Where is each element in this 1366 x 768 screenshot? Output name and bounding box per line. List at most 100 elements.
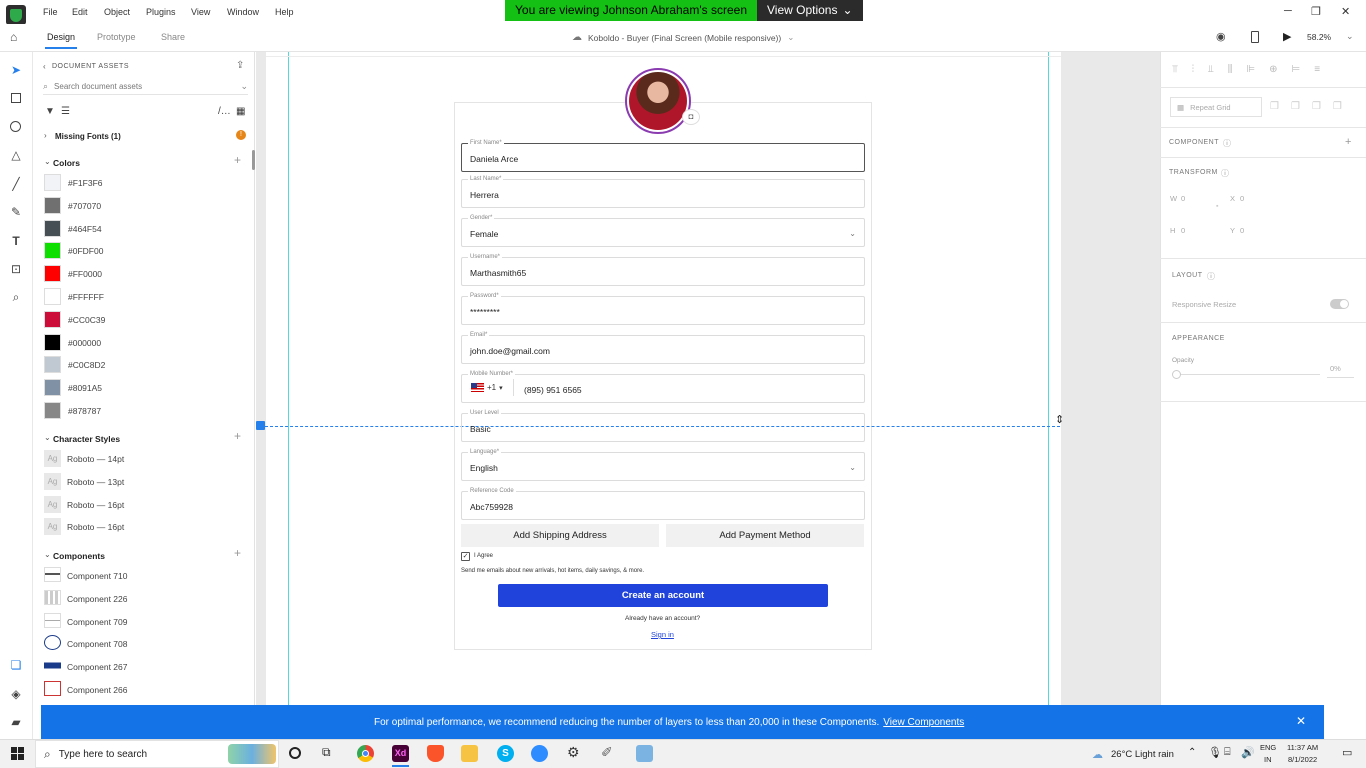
form-field[interactable]: Language* English ⌄ [461, 449, 865, 481]
text-tool-icon[interactable]: T [9, 234, 23, 248]
opacity-slider-track[interactable] [1176, 374, 1320, 375]
info-icon[interactable]: ⓘ [1207, 271, 1215, 282]
notifications-icon[interactable]: ▭ [1342, 746, 1352, 759]
cortana-icon[interactable] [289, 747, 301, 759]
view-components-link[interactable]: View Components [883, 717, 964, 728]
color-swatch[interactable] [44, 219, 61, 237]
align-center-icon[interactable]: ⊕ [1269, 64, 1277, 75]
weather-text[interactable]: 26°C Light rain [1111, 749, 1174, 760]
agree-checkbox[interactable]: ✓ [461, 552, 470, 561]
character-style-item[interactable]: Roboto — 16pt [67, 500, 124, 510]
menu-object[interactable]: Object [104, 7, 130, 17]
scrollbar[interactable] [252, 150, 255, 170]
tab-share[interactable]: Share [161, 32, 185, 42]
distribute-vertical-icon[interactable]: ⫼ [1228, 64, 1233, 75]
menu-edit[interactable]: Edit [72, 7, 88, 17]
chevron-down-icon[interactable]: ⌄ [44, 550, 51, 559]
x-field[interactable]: 0 [1240, 194, 1244, 203]
clock-time[interactable]: 11:37 AM [1287, 743, 1318, 752]
asset-search-box[interactable]: ⌕ Search document assets ⌄ [43, 79, 248, 95]
chevron-down-icon[interactable]: ⌄ [44, 433, 51, 442]
character-style-item[interactable]: Roboto — 14pt [67, 454, 124, 464]
form-field[interactable]: Last Name* Herrera [461, 176, 865, 208]
character-style-item[interactable]: Roboto — 13pt [67, 477, 124, 487]
app-logo-icon[interactable] [6, 5, 26, 25]
region-code[interactable]: IN [1264, 755, 1272, 764]
color-swatch[interactable] [44, 288, 61, 305]
color-swatch-label[interactable]: #707070 [68, 201, 101, 211]
form-field[interactable]: Gender* Female ⌄ [461, 215, 865, 247]
adobe-xd-icon[interactable]: Xd [392, 745, 409, 762]
color-swatch-label[interactable]: #C0C8D2 [68, 360, 105, 370]
opacity-value[interactable]: 0% [1330, 364, 1341, 373]
color-swatch-label[interactable]: #464F54 [68, 224, 102, 234]
chevron-right-icon[interactable]: › [44, 131, 47, 140]
form-field[interactable]: Mobile Number* (895) 951 6565 [461, 371, 865, 403]
color-swatch-label[interactable]: #0FDF00 [68, 246, 103, 256]
menu-file[interactable]: File [43, 7, 58, 17]
align-top-icon[interactable]: ⫪ [1172, 64, 1178, 75]
filter-icon[interactable]: ▼ [45, 106, 55, 117]
chevron-down-icon[interactable]: ⌄ [1346, 31, 1354, 42]
plugins-icon[interactable]: ▰ [9, 715, 23, 729]
color-swatch-label[interactable]: #FFFFFF [68, 292, 104, 302]
component-item[interactable]: Component 710 [67, 571, 128, 581]
add-color-icon[interactable]: + [234, 153, 241, 167]
exclude-icon[interactable]: ❐ [1333, 101, 1342, 112]
responsive-resize-toggle[interactable] [1330, 299, 1349, 309]
align-right-icon[interactable]: ⊨ [1292, 64, 1301, 75]
paint-icon[interactable]: ✐ [601, 744, 613, 761]
skype-icon[interactable]: S [497, 745, 514, 762]
export-icon[interactable]: ⇪ [236, 60, 244, 71]
form-field[interactable]: Email* john.doe@gmail.com [461, 332, 865, 364]
color-swatch-label[interactable]: #F1F3F6 [68, 178, 103, 188]
restore-icon[interactable]: ❐ [1311, 5, 1321, 18]
close-window-icon[interactable]: ✕ [1341, 5, 1350, 18]
mobile-preview-icon[interactable] [1251, 31, 1259, 43]
play-icon[interactable]: ▶ [1283, 30, 1291, 43]
add-character-style-icon[interactable]: + [234, 429, 241, 443]
add-payment-method-button[interactable]: Add Payment Method [666, 524, 864, 547]
y-field[interactable]: 0 [1240, 226, 1244, 235]
file-explorer-icon[interactable] [461, 745, 478, 762]
form-field[interactable]: User Level Basic [461, 410, 865, 442]
component-item[interactable]: Component 266 [67, 685, 128, 695]
repeat-grid-button[interactable]: ▦ Repeat Grid [1170, 97, 1262, 117]
user-icon[interactable]: ◉ [1216, 30, 1226, 43]
component-item[interactable]: Component 226 [67, 594, 128, 604]
guide-handle[interactable] [256, 421, 265, 430]
add-component-icon[interactable]: + [234, 546, 241, 560]
add-shipping-address-button[interactable]: Add Shipping Address [461, 524, 659, 547]
add-component-icon[interactable]: + [1345, 136, 1351, 148]
color-swatch-label[interactable]: #8091A5 [68, 383, 102, 393]
microphone-icon[interactable]: 🎙 [1208, 746, 1222, 759]
zoom-app-icon[interactable] [531, 745, 548, 762]
component-item[interactable]: Component 708 [67, 639, 128, 649]
artboard-tool-icon[interactable]: ⊡ [9, 262, 23, 276]
tray-chevron-icon[interactable]: ⌃ [1188, 747, 1196, 758]
grid-view-icon[interactable]: ▦ [236, 106, 245, 117]
align-bottom-icon[interactable]: ⫫ [1208, 64, 1214, 75]
tab-design[interactable]: Design [47, 32, 75, 42]
union-icon[interactable]: ❐ [1270, 101, 1279, 112]
home-icon[interactable]: ⌂ [10, 30, 17, 44]
camera-icon[interactable]: ◘ [682, 109, 700, 125]
color-swatch[interactable] [44, 310, 61, 328]
intersect-icon[interactable]: ❐ [1312, 101, 1321, 112]
color-swatch-label[interactable]: #CC0C39 [68, 315, 105, 325]
view-options-button[interactable]: View Options ⌄ [757, 0, 863, 21]
pen-tool-icon[interactable]: ✎ [9, 205, 23, 219]
color-swatch[interactable] [44, 356, 61, 374]
menu-plugins[interactable]: Plugins [146, 7, 176, 17]
minimize-icon[interactable]: ─ [1284, 5, 1292, 17]
polygon-tool-icon[interactable]: △ [9, 148, 23, 162]
color-swatch-label[interactable]: #878787 [68, 406, 101, 416]
color-swatch[interactable] [44, 196, 61, 214]
menu-window[interactable]: Window [227, 7, 259, 17]
windows-start-icon[interactable] [11, 747, 24, 760]
character-style-item[interactable]: Roboto — 16pt [67, 522, 124, 532]
color-swatch[interactable] [44, 402, 61, 419]
clock-date[interactable]: 8/1/2022 [1288, 755, 1317, 764]
zoom-level[interactable]: 58.2% [1307, 32, 1331, 42]
app-icon[interactable] [636, 745, 653, 762]
